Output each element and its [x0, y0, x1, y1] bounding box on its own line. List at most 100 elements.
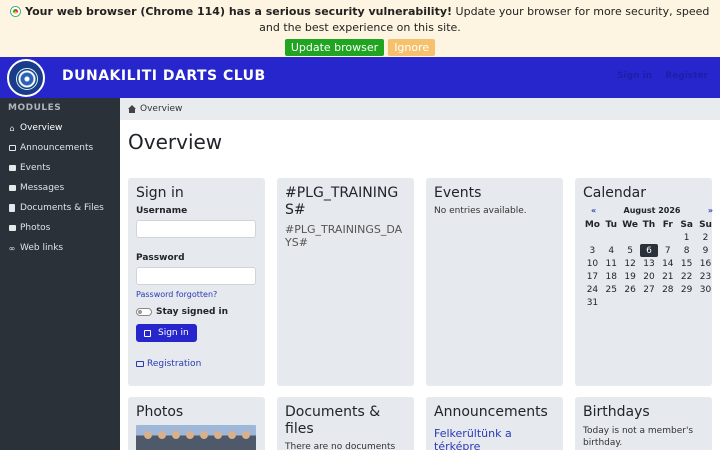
calendar-weekday: Th — [642, 219, 656, 230]
calendar-day[interactable]: 21 — [658, 270, 677, 283]
calendar-day[interactable]: 3 — [583, 244, 602, 257]
username-label: Username — [136, 206, 188, 216]
calendar-empty-cell — [677, 296, 696, 309]
calendar-day[interactable]: 2 — [696, 231, 715, 244]
calendar-weekday: Fr — [662, 219, 673, 230]
sidebar-item-events[interactable]: Events — [0, 158, 120, 178]
site-header: DUNAKILITI DARTS CLUB Sign in Register — [0, 57, 720, 98]
calendar-day[interactable]: 9 — [696, 244, 715, 257]
sidebar-item-photos[interactable]: Photos — [0, 218, 120, 238]
ignore-button[interactable]: Ignore — [388, 39, 436, 56]
calendar-empty-cell — [602, 231, 621, 244]
sidebar-item-label: Overview — [20, 123, 63, 133]
calendar-day[interactable]: 1 — [677, 231, 696, 244]
birthdays-text: Today is not a member's birthday. — [583, 426, 694, 448]
calendar-week: 17 18 19 20 21 22 23 — [583, 270, 715, 283]
calendar-prev-button[interactable]: « — [583, 206, 596, 215]
password-input[interactable] — [136, 267, 256, 285]
calendar-weekday: Mo — [584, 219, 600, 230]
calendar-nav: « August 2026 » — [583, 206, 715, 215]
sidebar-item-overview[interactable]: ⌂ Overview — [0, 118, 120, 138]
sidebar-item-label: Events — [20, 163, 51, 173]
calendar-day[interactable]: 5 — [621, 244, 640, 257]
signin-title: Sign in — [136, 185, 184, 201]
calendar-day[interactable]: 18 — [602, 270, 621, 283]
sidebar-item-label: Documents & Files — [20, 203, 104, 213]
password-forgotten-link[interactable]: Password forgotten? — [136, 290, 257, 299]
photos-title: Photos — [136, 404, 184, 420]
sidebar-item-weblinks[interactable]: ∞ Web links — [0, 238, 120, 258]
calendar-empty-cell — [658, 231, 677, 244]
calendar-day[interactable]: 13 — [640, 257, 659, 270]
birthdays-title: Birthdays — [583, 404, 650, 420]
calendar-day[interactable]: 22 — [677, 270, 696, 283]
calendar-day[interactable]: 6 — [639, 244, 659, 257]
calendar-day[interactable]: 15 — [677, 257, 696, 270]
link-icon: ∞ — [8, 243, 16, 253]
header-register-link[interactable]: Register — [665, 71, 708, 81]
site-title[interactable]: DUNAKILITI DARTS CLUB — [62, 68, 266, 84]
browser-update-banner: Your web browser (Chrome 114) has a seri… — [0, 0, 720, 57]
calendar-day[interactable]: 24 — [583, 283, 602, 296]
calendar-day[interactable]: 31 — [583, 296, 602, 309]
documents-empty-text: There are no documents or — [285, 442, 396, 450]
calendar-day[interactable]: 8 — [677, 244, 696, 257]
calendar-day[interactable]: 10 — [583, 257, 602, 270]
calendar-empty-cell — [658, 296, 677, 309]
calendar-next-button[interactable]: » — [708, 206, 715, 215]
trainings-card: #PLG_TRAININGS# #PLG_TRAININGS_DAYS# — [277, 178, 414, 386]
calendar-day[interactable]: 19 — [621, 270, 640, 283]
home-icon[interactable] — [128, 105, 136, 113]
calendar-grid: Mo Tu We Th Fr Sa Su 1 2 3 4 5 6 7 8 9 10 11 12 13 14 15 16 17… — [583, 218, 715, 309]
group-photo[interactable] — [136, 425, 256, 450]
calendar-weekday: We — [622, 219, 638, 230]
stay-signed-in: Stay signed in — [136, 307, 257, 317]
club-logo[interactable] — [7, 59, 45, 97]
sidebar-item-documents[interactable]: Documents & Files — [0, 198, 120, 218]
header-signin-link[interactable]: Sign in — [617, 71, 652, 81]
announcement-link[interactable]: Felkerültünk a térképre — [434, 427, 555, 450]
sidebar-item-label: Photos — [20, 223, 51, 233]
calendar-empty-cell — [640, 231, 659, 244]
calendar-day[interactable]: 14 — [658, 257, 677, 270]
calendar-day[interactable]: 27 — [640, 283, 659, 296]
calendar-day[interactable]: 7 — [658, 244, 677, 257]
stay-signed-in-toggle[interactable] — [136, 308, 152, 316]
calendar-day[interactable]: 12 — [621, 257, 640, 270]
calendar-day[interactable]: 23 — [696, 270, 715, 283]
announcements-title: Announcements — [434, 404, 548, 420]
username-input[interactable] — [136, 220, 256, 238]
chrome-icon — [10, 7, 20, 16]
calendar-weekday: Tu — [605, 219, 618, 230]
calendar-day[interactable]: 30 — [696, 283, 715, 296]
calendar-week: 24 25 26 27 28 29 30 — [583, 283, 715, 296]
breadcrumb: Overview — [120, 98, 720, 120]
calendar-day[interactable]: 16 — [696, 257, 715, 270]
main-content: Overview Sign in Username Password Passw… — [120, 120, 720, 450]
calendar-day[interactable]: 17 — [583, 270, 602, 283]
calendar-week: 31 — [583, 296, 715, 309]
banner-message: Your web browser (Chrome 114) has a seri… — [8, 4, 712, 36]
calendar-empty-cell — [621, 296, 640, 309]
calendar-empty-cell — [583, 231, 602, 244]
update-browser-button[interactable]: Update browser — [284, 39, 385, 56]
sidebar-item-announcements[interactable]: Announcements — [0, 138, 120, 158]
calendar-day[interactable]: 28 — [658, 283, 677, 296]
signin-button[interactable]: Sign in — [136, 324, 197, 342]
calendar-day[interactable]: 25 — [602, 283, 621, 296]
sidebar-item-label: Web links — [20, 243, 64, 253]
newspaper-icon — [8, 145, 16, 152]
calendar-day[interactable]: 4 — [602, 244, 621, 257]
envelope-icon — [8, 185, 16, 192]
calendar-day[interactable]: 29 — [677, 283, 696, 296]
calendar-day[interactable]: 26 — [621, 283, 640, 296]
calendar-title: Calendar — [583, 185, 646, 201]
sidebar-item-messages[interactable]: Messages — [0, 178, 120, 198]
image-icon — [8, 225, 16, 232]
registration-link[interactable]: Registration — [136, 359, 257, 369]
stay-signed-in-label: Stay signed in — [156, 307, 229, 317]
calendar-day[interactable]: 20 — [640, 270, 659, 283]
password-label: Password — [136, 253, 185, 263]
events-card: Events No entries available. — [426, 178, 563, 386]
calendar-day[interactable]: 11 — [602, 257, 621, 270]
